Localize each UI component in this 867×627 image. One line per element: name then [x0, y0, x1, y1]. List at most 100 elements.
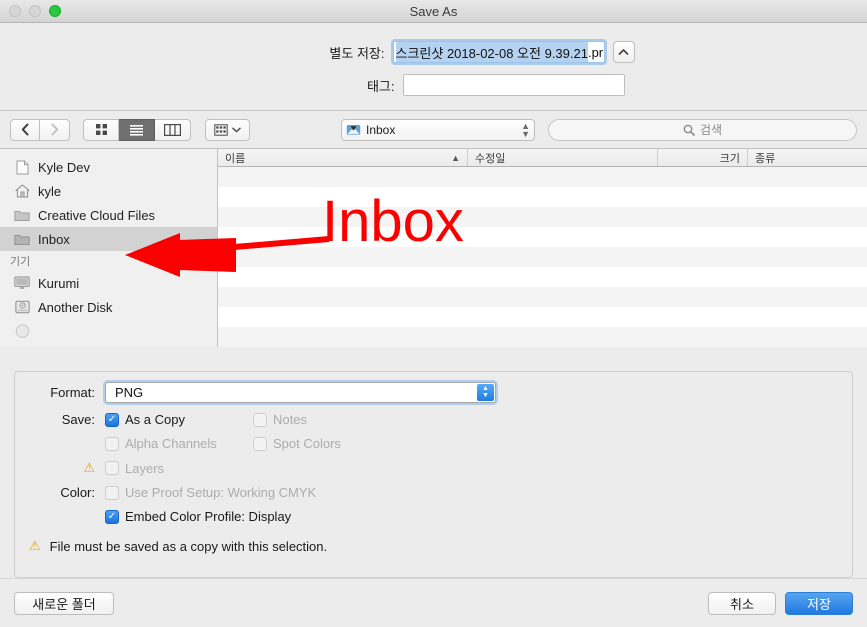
- save-button[interactable]: 저장: [785, 591, 853, 615]
- file-list: 이름 ▲ 수정일 크기 종류: [218, 149, 867, 347]
- table-row[interactable]: [218, 327, 867, 347]
- table-row[interactable]: [218, 267, 867, 287]
- checkbox-box[interactable]: [105, 436, 119, 451]
- icon-view-button[interactable]: [83, 118, 119, 141]
- updown-stepper-icon: ▲ ▼: [521, 120, 530, 139]
- save-options-row-1: Save: As a Copy Notes: [15, 412, 852, 427]
- column-view-icon: [164, 123, 181, 136]
- checkbox-box[interactable]: [105, 485, 119, 500]
- checkbox-label: Alpha Channels: [125, 436, 217, 451]
- checkbox-box[interactable]: [105, 509, 119, 524]
- sidebar-item-inbox[interactable]: Inbox: [0, 227, 217, 251]
- folder-icon: [14, 207, 30, 223]
- column-header-size[interactable]: 크기: [658, 149, 748, 166]
- file-list-rows[interactable]: [218, 167, 867, 347]
- format-options-panel: Format: PNG ▲▼ Save: As a Copy Notes Alp…: [14, 371, 853, 578]
- sort-ascending-icon: ▲: [451, 152, 460, 163]
- checkbox-label: Layers: [125, 460, 165, 476]
- sidebar: Kyle Dev kyle Creative Cloud Files Inbox…: [0, 149, 218, 347]
- cancel-button[interactable]: 취소: [708, 591, 776, 615]
- save-label: Save:: [61, 412, 95, 427]
- layers-warning-cell: ⚠: [15, 460, 105, 476]
- location-popup-button[interactable]: Inbox ▲ ▼: [341, 118, 535, 141]
- dialog-footer: 새로운 폴더 취소 저장: [0, 578, 867, 627]
- table-row[interactable]: [218, 207, 867, 227]
- table-row[interactable]: [218, 227, 867, 247]
- column-header-label: 수정일: [475, 152, 506, 165]
- arrange-grid-icon: [214, 123, 228, 136]
- search-icon: [683, 124, 695, 136]
- icon-view-icon: [95, 124, 107, 135]
- list-view-button[interactable]: [119, 118, 155, 141]
- chevron-up-icon: [618, 49, 629, 55]
- chevron-right-icon: [51, 123, 59, 136]
- color-label: Color:: [60, 485, 95, 500]
- sidebar-item-kyle-dev[interactable]: Kyle Dev: [0, 155, 217, 179]
- view-mode-buttons: [83, 118, 191, 141]
- inbox-tray-icon: [346, 124, 361, 135]
- table-row[interactable]: [218, 247, 867, 267]
- sidebar-item-label: Inbox: [38, 231, 70, 247]
- checkbox-notes[interactable]: Notes: [253, 412, 401, 427]
- table-row[interactable]: [218, 287, 867, 307]
- home-icon: [14, 183, 30, 199]
- column-header-date-modified[interactable]: 수정일: [468, 149, 658, 166]
- new-folder-button[interactable]: 새로운 폴더: [14, 591, 114, 615]
- harddisk-icon: [14, 299, 30, 315]
- chevron-left-icon: [21, 123, 28, 136]
- search-placeholder-text: 검색: [699, 123, 723, 137]
- sidebar-item-kurumi[interactable]: Kurumi: [0, 271, 217, 295]
- column-header-name[interactable]: 이름 ▲: [218, 149, 468, 166]
- sidebar-item-another-disk[interactable]: Another Disk: [0, 295, 217, 319]
- window-titlebar: Save As: [0, 0, 867, 23]
- search-field[interactable]: 검색: [548, 118, 857, 141]
- back-button[interactable]: [10, 118, 40, 141]
- arrange-by-button[interactable]: [205, 118, 250, 141]
- table-row[interactable]: [218, 307, 867, 327]
- forward-button[interactable]: [40, 118, 70, 141]
- sidebar-section-devices: 기기: [10, 256, 31, 268]
- checkbox-box[interactable]: [105, 412, 119, 427]
- checkbox-layers[interactable]: Layers: [105, 461, 253, 476]
- disclosure-collapse-button[interactable]: [612, 41, 635, 63]
- save-options-row-2: Alpha Channels Spot Colors: [15, 436, 852, 451]
- checkbox-box[interactable]: [105, 461, 119, 475]
- checkbox-label: Notes: [273, 412, 307, 427]
- checkbox-embed-color-profile[interactable]: Embed Color Profile: Display: [105, 509, 291, 524]
- color-options-row-2: Embed Color Profile: Display: [15, 509, 852, 524]
- checkbox-label: Embed Color Profile: Display: [125, 509, 292, 524]
- sidebar-item-label: Kurumi: [38, 275, 80, 291]
- checkbox-box[interactable]: [253, 412, 267, 427]
- sidebar-item-kyle[interactable]: kyle: [0, 179, 217, 203]
- filename-row: 별도 저장: 스크린샷 2018-02-08 오전 9.39.21 .pr: [0, 41, 867, 63]
- checkbox-use-proof-setup[interactable]: Use Proof Setup: Working CMYK: [105, 485, 316, 500]
- sidebar-item-creative-cloud-files[interactable]: Creative Cloud Files: [0, 203, 217, 227]
- filename-input[interactable]: 스크린샷 2018-02-08 오전 9.39.21 .pr: [392, 41, 605, 63]
- display-icon: [14, 275, 30, 291]
- sidebar-item-label: Kyle Dev: [38, 159, 91, 175]
- updown-stepper-icon[interactable]: ▲ ▼: [477, 384, 494, 401]
- sidebar-item-partial[interactable]: [0, 319, 217, 343]
- chevron-down-icon: [232, 127, 241, 132]
- column-view-button[interactable]: [155, 118, 191, 141]
- table-row[interactable]: [218, 167, 867, 187]
- filename-selected-text: 스크린샷 2018-02-08 오전 9.39.21: [395, 42, 588, 62]
- column-header-label: 크기: [719, 152, 740, 165]
- browser-toolbar: Inbox ▲ ▼ 검색: [0, 111, 867, 149]
- checkbox-as-a-copy[interactable]: As a Copy: [105, 412, 253, 427]
- format-row: Format: PNG ▲ ▼: [15, 372, 852, 403]
- checkbox-box[interactable]: [253, 436, 267, 451]
- checkbox-label: Use Proof Setup: Working CMYK: [125, 485, 317, 500]
- navigation-buttons: [10, 118, 70, 141]
- location-popup-label: Inbox: [366, 122, 396, 137]
- tags-input[interactable]: [402, 74, 625, 96]
- format-popup-button[interactable]: PNG ▲ ▼: [105, 382, 496, 403]
- column-header-label: 이름: [225, 152, 246, 165]
- checkbox-spot-colors[interactable]: Spot Colors: [253, 436, 401, 451]
- file-list-column-headers: 이름 ▲ 수정일 크기 종류: [218, 149, 867, 167]
- column-header-kind[interactable]: 종류: [748, 149, 867, 166]
- checkbox-alpha-channels[interactable]: Alpha Channels: [105, 436, 253, 451]
- table-row[interactable]: [218, 187, 867, 207]
- warning-triangle-icon: ⚠: [29, 538, 41, 553]
- checkbox-label: As a Copy: [125, 412, 185, 427]
